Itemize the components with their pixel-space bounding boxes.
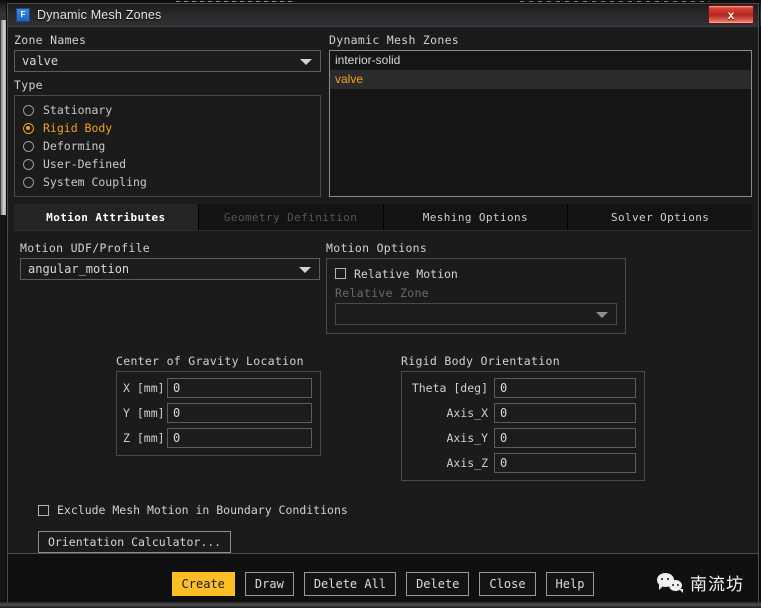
type-option-stationary[interactable]: Stationary bbox=[23, 101, 312, 119]
checkbox-icon bbox=[335, 268, 346, 279]
motion-udf-section: Motion UDF/Profile angular_motion bbox=[20, 241, 320, 334]
close-button[interactable]: x bbox=[708, 5, 754, 24]
tab-solver-options[interactable]: Solver Options bbox=[568, 204, 752, 230]
tab-bar: Motion Attributes Geometry Definition Me… bbox=[14, 204, 752, 231]
theta-row: Theta [deg] 0 bbox=[408, 378, 636, 398]
motion-udf-label: Motion UDF/Profile bbox=[20, 241, 320, 255]
radio-icon bbox=[23, 141, 34, 152]
rigid-body-orientation-section: Rigid Body Orientation Theta [deg] 0 Axi… bbox=[401, 354, 645, 481]
watermark-text: 南流坊 bbox=[690, 570, 744, 595]
desktop-background: F Dynamic Mesh Zones x Zone Names valve … bbox=[0, 0, 761, 608]
center-of-gravity-label: Center of Gravity Location bbox=[116, 354, 321, 368]
close-dialog-button[interactable]: Close bbox=[479, 572, 535, 596]
tab-meshing-options[interactable]: Meshing Options bbox=[384, 204, 569, 230]
exclude-mesh-motion-label: Exclude Mesh Motion in Boundary Conditio… bbox=[57, 503, 348, 517]
window-bottom-bevel bbox=[0, 602, 761, 608]
tab-motion-attributes[interactable]: Motion Attributes bbox=[14, 204, 199, 230]
motion-attributes-panel: Motion UDF/Profile angular_motion Motion… bbox=[14, 231, 752, 553]
dialog-title: Dynamic Mesh Zones bbox=[37, 8, 161, 22]
axis-z-row: Axis_Z 0 bbox=[408, 453, 636, 473]
motion-options-label: Motion Options bbox=[326, 241, 626, 255]
cog-y-label: Y [mm] bbox=[123, 406, 167, 420]
axis-z-label: Axis_Z bbox=[408, 456, 494, 470]
type-option-rigid-body[interactable]: Rigid Body bbox=[23, 119, 312, 137]
motion-udf-dropdown[interactable]: angular_motion bbox=[20, 258, 320, 280]
wechat-icon bbox=[657, 573, 683, 593]
type-option-user-defined[interactable]: User-Defined bbox=[23, 155, 312, 173]
list-item[interactable]: valve bbox=[330, 70, 751, 89]
cog-y-row: Y [mm] 0 bbox=[123, 403, 312, 423]
type-option-label: Deforming bbox=[43, 139, 105, 153]
cog-y-input[interactable]: 0 bbox=[167, 403, 312, 423]
cog-z-input[interactable]: 0 bbox=[167, 428, 312, 448]
top-row: Zone Names valve Type Stationary bbox=[14, 33, 752, 197]
cog-z-label: Z [mm] bbox=[123, 431, 167, 445]
motion-udf-value: angular_motion bbox=[28, 262, 129, 276]
orientation-calculator-button[interactable]: Orientation Calculator... bbox=[38, 531, 231, 553]
zone-names-dropdown[interactable]: valve bbox=[14, 50, 321, 72]
type-option-label: Rigid Body bbox=[43, 121, 112, 135]
chevron-down-icon bbox=[300, 59, 312, 65]
type-option-label: User-Defined bbox=[43, 157, 126, 171]
type-option-label: Stationary bbox=[43, 103, 112, 117]
right-column: Dynamic Mesh Zones interior-solid valve bbox=[329, 33, 752, 197]
radio-icon bbox=[23, 177, 34, 188]
delete-button[interactable]: Delete bbox=[406, 572, 469, 596]
axis-y-label: Axis_Y bbox=[408, 431, 494, 445]
axis-x-input[interactable]: 0 bbox=[494, 403, 636, 423]
relative-zone-label: Relative Zone bbox=[335, 286, 617, 300]
cog-x-label: X [mm] bbox=[123, 381, 167, 395]
type-label: Type bbox=[14, 78, 321, 92]
cog-z-row: Z [mm] 0 bbox=[123, 428, 312, 448]
dialog-body: Zone Names valve Type Stationary bbox=[8, 27, 758, 604]
fluent-app-icon: F bbox=[16, 8, 30, 22]
type-radio-group: Stationary Rigid Body Deforming Use bbox=[14, 95, 321, 197]
left-column: Zone Names valve Type Stationary bbox=[14, 33, 321, 197]
list-item[interactable]: interior-solid bbox=[330, 51, 751, 70]
exclude-mesh-motion-checkbox-row[interactable]: Exclude Mesh Motion in Boundary Conditio… bbox=[38, 503, 746, 517]
create-button[interactable]: Create bbox=[172, 572, 235, 596]
axis-z-input[interactable]: 0 bbox=[494, 453, 636, 473]
axis-x-label: Axis_X bbox=[408, 406, 494, 420]
radio-icon bbox=[23, 159, 34, 170]
dynamic-mesh-zones-list[interactable]: interior-solid valve bbox=[329, 50, 752, 197]
dynamic-mesh-zones-label: Dynamic Mesh Zones bbox=[329, 33, 752, 47]
motion-options-box: Relative Motion Relative Zone bbox=[326, 258, 626, 334]
axis-y-row: Axis_Y 0 bbox=[408, 428, 636, 448]
center-of-gravity-box: X [mm] 0 Y [mm] 0 Z [mm] 0 bbox=[116, 371, 321, 456]
motion-row: Motion UDF/Profile angular_motion Motion… bbox=[20, 241, 746, 334]
motion-options-section: Motion Options Relative Motion Relative … bbox=[326, 241, 626, 334]
relative-zone-dropdown bbox=[335, 303, 617, 325]
center-of-gravity-section: Center of Gravity Location X [mm] 0 Y [m… bbox=[116, 354, 321, 481]
radio-icon bbox=[23, 105, 34, 116]
checkbox-icon bbox=[38, 505, 49, 516]
cog-x-input[interactable]: 0 bbox=[167, 378, 312, 398]
cog-x-row: X [mm] 0 bbox=[123, 378, 312, 398]
draw-button[interactable]: Draw bbox=[245, 572, 294, 596]
type-option-deforming[interactable]: Deforming bbox=[23, 137, 312, 155]
radio-selected-icon bbox=[23, 123, 34, 134]
theta-label: Theta [deg] bbox=[408, 381, 494, 395]
delete-all-button[interactable]: Delete All bbox=[304, 572, 396, 596]
axis-x-row: Axis_X 0 bbox=[408, 403, 636, 423]
zone-names-value: valve bbox=[22, 54, 58, 68]
rigid-body-orientation-label: Rigid Body Orientation bbox=[401, 354, 645, 368]
help-button[interactable]: Help bbox=[546, 572, 595, 596]
theta-input[interactable]: 0 bbox=[494, 378, 636, 398]
tab-geometry-definition: Geometry Definition bbox=[199, 204, 384, 230]
dialog-footer: Create Draw Delete All Delete Close Help… bbox=[8, 553, 758, 604]
type-option-system-coupling[interactable]: System Coupling bbox=[23, 173, 312, 191]
rigid-body-orientation-box: Theta [deg] 0 Axis_X 0 Axis_Y 0 bbox=[401, 371, 645, 481]
dynamic-mesh-zones-dialog: F Dynamic Mesh Zones x Zone Names valve … bbox=[7, 3, 759, 605]
axis-y-input[interactable]: 0 bbox=[494, 428, 636, 448]
relative-motion-label: Relative Motion bbox=[354, 267, 458, 281]
watermark: 南流坊 bbox=[657, 570, 744, 595]
chevron-down-icon bbox=[299, 267, 311, 273]
type-option-label: System Coupling bbox=[43, 175, 147, 189]
parameters-row: Center of Gravity Location X [mm] 0 Y [m… bbox=[20, 354, 746, 481]
zone-names-label: Zone Names bbox=[14, 33, 321, 47]
dialog-titlebar[interactable]: F Dynamic Mesh Zones x bbox=[8, 4, 758, 27]
chevron-down-icon bbox=[596, 312, 608, 318]
relative-motion-checkbox-row[interactable]: Relative Motion bbox=[335, 265, 617, 282]
